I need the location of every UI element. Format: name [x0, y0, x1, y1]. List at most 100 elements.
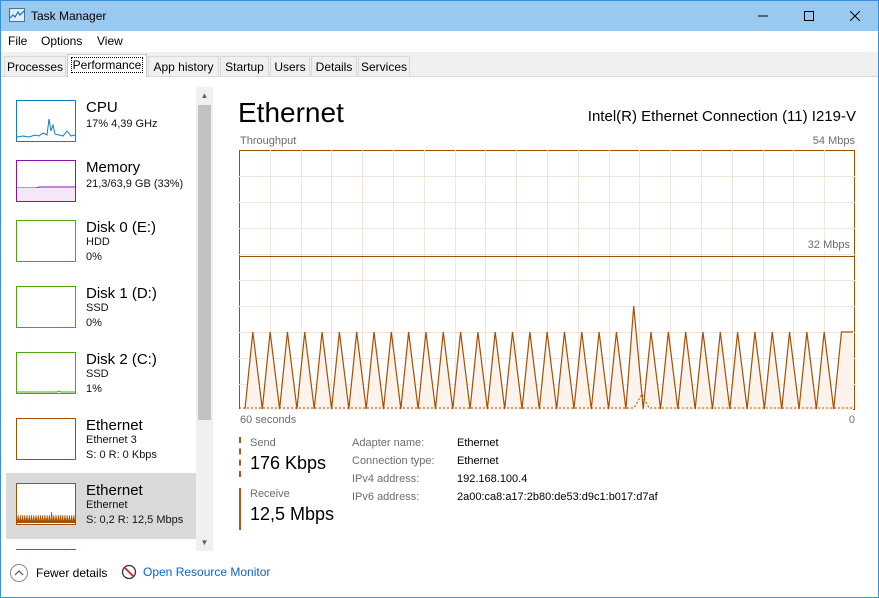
sidebar-item-usage: 0% [86, 251, 102, 263]
performance-sidebar: CPU 17% 4,39 GHz Memory 21,3/63,9 GB (33… [1, 77, 216, 551]
ethernet-panel: Ethernet Intel(R) Ethernet Connection (1… [216, 77, 878, 551]
tab-users[interactable]: Users [270, 56, 310, 76]
sidebar-item-disk-1[interactable]: Disk 1 (D:) SSD 0% [6, 276, 196, 338]
detail-key: Adapter name: [352, 437, 425, 449]
scroll-up-icon[interactable]: ▲ [196, 87, 213, 104]
tab-label: Services [360, 60, 407, 74]
menu-bar: File Options View [1, 31, 878, 52]
sidebar-item-disk-2[interactable]: Disk 2 (C:) SSD 1% [6, 342, 196, 404]
close-icon [850, 11, 860, 21]
send-stat: Send 176 Kbps [239, 437, 326, 477]
disk-thumbnail [16, 286, 76, 328]
throughput-graph [239, 150, 855, 410]
tab-services[interactable]: Services [358, 56, 410, 76]
sidebar-item-rates: S: 0 R: 0 Kbps [86, 449, 157, 461]
sidebar-item-title: Ethernet [86, 482, 143, 499]
cpu-thumbnail [16, 100, 76, 142]
sidebar-item-rates: S: 0,2 R: 12,5 Mbps [86, 514, 184, 526]
resource-monitor-icon [121, 564, 137, 580]
task-manager-app-icon [9, 8, 25, 22]
sidebar-item-title: Disk 0 (E:) [86, 219, 157, 236]
tab-label: Performance [70, 57, 144, 73]
sidebar-item-detail: 17% 4,39 GHz [86, 118, 158, 130]
detail-value: 2a00:ca8:a17:2b80:de53:d9c1:b017:d7af [457, 491, 658, 503]
tab-label: Users [274, 60, 306, 74]
fewer-details-label: Fewer details [36, 566, 108, 580]
fewer-details-button[interactable]: Fewer details [10, 564, 107, 582]
sidebar-item-adapter: Ethernet 3 [86, 434, 137, 446]
maximize-button[interactable] [786, 1, 832, 31]
scrollbar-thumb[interactable] [198, 105, 211, 420]
sidebar-item-title: CPU [86, 99, 118, 116]
receive-label: Receive [250, 488, 290, 500]
cpu-sparkline [16, 118, 76, 138]
minimize-button[interactable] [740, 1, 786, 31]
detail-value: Ethernet [457, 437, 499, 449]
memory-sparkline [17, 186, 75, 201]
minimize-icon [758, 15, 768, 17]
receive-value: 12,5 Mbps [250, 504, 335, 524]
sidebar-item-detail: 21,3/63,9 GB (33%) [86, 178, 184, 190]
detail-key: IPv4 address: [352, 473, 420, 485]
ethernet-thumbnail [16, 483, 76, 525]
tab-label: Startup [225, 60, 264, 74]
sidebar-item-disk-0[interactable]: Disk 0 (E:) HDD 0% [6, 210, 196, 272]
sidebar-scrollbar[interactable]: ▲ ▼ [196, 87, 213, 551]
tab-strip: Processes Performance App history Startu… [1, 52, 878, 77]
menu-file[interactable]: File [8, 34, 27, 48]
graph-mid-label: 32 Mbps [805, 239, 852, 251]
tab-app-history[interactable]: App history [148, 56, 219, 76]
menu-options[interactable]: Options [41, 34, 82, 48]
open-resource-monitor-link[interactable]: Open Resource Monitor [121, 564, 270, 580]
open-resource-monitor-label: Open Resource Monitor [143, 565, 271, 579]
send-value: 176 Kbps [250, 453, 327, 473]
footer-bar: Fewer details Open Resource Monitor [1, 551, 878, 597]
ethernet-sparkline [16, 511, 76, 524]
thumbnail-series [16, 511, 76, 524]
sidebar-item-title: Memory [86, 159, 141, 176]
tab-label: Processes [6, 60, 64, 74]
sidebar-item-memory[interactable]: Memory 21,3/63,9 GB (33%) [6, 150, 196, 212]
memory-thumbnail [16, 160, 76, 202]
sidebar-item-usage: 0% [86, 317, 102, 329]
detail-key: IPv6 address: [352, 491, 420, 503]
disk-thumbnail [16, 352, 76, 394]
sidebar-item-type: HDD [86, 236, 110, 248]
chevron-up-icon [10, 564, 28, 582]
disk-sparkline [17, 390, 75, 393]
menu-view[interactable]: View [97, 34, 123, 48]
close-button[interactable] [832, 1, 878, 31]
sidebar-item-type: SSD [86, 302, 109, 314]
window-title: Task Manager [31, 9, 107, 23]
detail-value: 192.168.100.4 [457, 473, 528, 485]
sidebar-item-title: Disk 1 (D:) [86, 285, 157, 302]
sidebar-item-ethernet-3[interactable]: Ethernet Ethernet 3 S: 0 R: 0 Kbps [6, 408, 196, 470]
scroll-down-icon[interactable]: ▼ [196, 534, 213, 551]
sidebar-item-title: Ethernet [86, 417, 143, 434]
send-label: Send [250, 437, 276, 449]
graph-max-label: 54 Mbps [812, 135, 855, 147]
sidebar-item-type: SSD [86, 368, 109, 380]
sidebar-item-adapter: Ethernet [86, 499, 128, 511]
graph-label: Throughput [240, 135, 297, 147]
tab-performance[interactable]: Performance [67, 54, 147, 77]
disk-thumbnail [16, 220, 76, 262]
sidebar-item-ethernet[interactable]: Ethernet Ethernet S: 0,2 R: 12,5 Mbps [6, 473, 196, 539]
sidebar-item-usage: 1% [86, 383, 102, 395]
tab-label: Details [315, 60, 353, 74]
tab-details[interactable]: Details [311, 56, 357, 76]
detail-key: Connection type: [352, 455, 435, 467]
sidebar-item-title: Disk 2 (C:) [86, 351, 157, 368]
task-manager-window: Task Manager File Options View Processes… [0, 0, 879, 598]
graph-zero-label: 0 [848, 414, 855, 426]
tab-processes[interactable]: Processes [4, 56, 66, 76]
adapter-description: Intel(R) Ethernet Connection (11) I219-V [587, 108, 856, 125]
page-title: Ethernet [238, 97, 344, 128]
tab-startup[interactable]: Startup [220, 56, 269, 76]
sidebar-item-cpu[interactable]: CPU 17% 4,39 GHz [6, 90, 196, 152]
title-bar[interactable]: Task Manager [1, 1, 878, 31]
graph-time-label: 60 seconds [240, 414, 297, 426]
detail-value: Ethernet [457, 455, 499, 467]
tab-label: App history [153, 60, 214, 74]
receive-stat: Receive 12,5 Mbps [239, 488, 334, 530]
